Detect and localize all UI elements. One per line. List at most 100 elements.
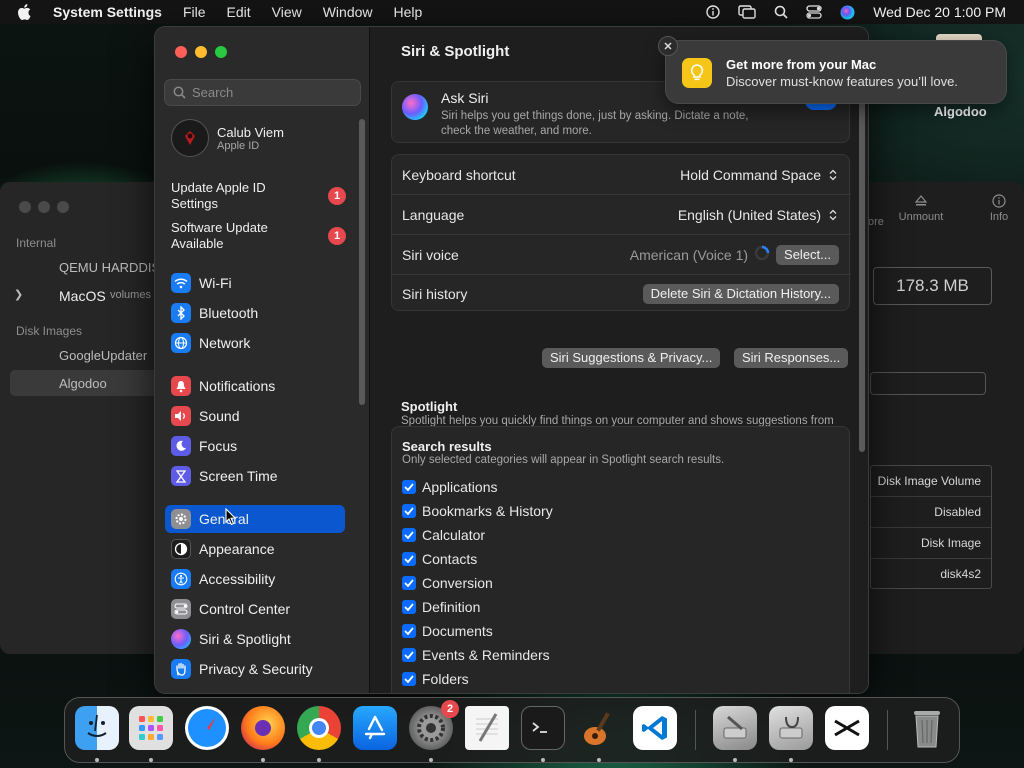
disk-qemu[interactable]: QEMU HARDDISK: [59, 260, 169, 275]
menubar-clock[interactable]: Wed Dec 20 1:00 PM: [873, 4, 1006, 20]
sidebar-item-label: Appearance: [199, 541, 275, 557]
language-popup[interactable]: English (United States): [678, 206, 839, 224]
keyboard-shortcut-popup[interactable]: Hold Command Space: [680, 166, 839, 184]
sidebar-item-label: Bluetooth: [199, 305, 259, 321]
info-status-icon[interactable]: [706, 5, 720, 19]
sidebar-item-sound[interactable]: Sound: [165, 402, 345, 430]
search-result-checkbox-bookmarks-history[interactable]: Bookmarks & History: [402, 503, 553, 519]
checkmark-icon[interactable]: [402, 552, 416, 566]
spotlight-search-icon[interactable]: [774, 5, 788, 19]
checkmark-icon[interactable]: [402, 576, 416, 590]
terminal-icon[interactable]: [521, 706, 565, 750]
garageband-icon[interactable]: [577, 706, 621, 750]
search-input[interactable]: [192, 85, 342, 100]
safari-icon[interactable]: [185, 706, 229, 750]
apple-id-account[interactable]: Calub Viem Apple ID: [171, 119, 284, 157]
disk-googleupdater[interactable]: GoogleUpdater: [59, 348, 147, 363]
menu-help[interactable]: Help: [394, 4, 423, 20]
capcut-icon[interactable]: [825, 706, 869, 750]
software-update-available[interactable]: Software Update Available 1: [171, 220, 346, 252]
info-button[interactable]: Info: [986, 194, 1012, 223]
sidebar-item-wifi[interactable]: Wi-Fi: [165, 269, 345, 297]
menu-file[interactable]: File: [183, 4, 206, 20]
sidebar-item-general[interactable]: General: [165, 505, 345, 533]
delete-siri-history-button[interactable]: Delete Siri & Dictation History...: [642, 283, 839, 304]
sidebar-scrollbar[interactable]: [359, 119, 365, 405]
search-result-checkbox-contacts[interactable]: Contacts: [402, 551, 477, 567]
launchpad-icon[interactable]: [129, 706, 173, 750]
checkmark-icon[interactable]: [402, 624, 416, 638]
sidebar-item-accessibility[interactable]: Accessibility: [165, 565, 345, 593]
checkmark-icon[interactable]: [402, 528, 416, 542]
inactive-zoom-icon[interactable]: [57, 201, 69, 213]
search-result-checkbox-documents[interactable]: Documents: [402, 623, 493, 639]
menu-app-name[interactable]: System Settings: [53, 4, 162, 20]
disclosure-chevron-icon[interactable]: ❯: [14, 288, 23, 301]
menu-view[interactable]: View: [272, 4, 302, 20]
sidebar-search-field[interactable]: [164, 79, 361, 106]
siri-voice-label: Siri voice: [402, 246, 459, 263]
checkmark-icon[interactable]: [402, 672, 416, 686]
siri-menubar-icon[interactable]: [840, 5, 855, 20]
zoom-window-icon[interactable]: [215, 46, 227, 58]
unmount-label: Unmount: [898, 211, 944, 223]
disk-utility-stethoscope-icon[interactable]: [769, 706, 813, 750]
firefox-icon[interactable]: [241, 706, 285, 750]
update-apple-id-settings[interactable]: Update Apple ID Settings 1: [171, 180, 346, 212]
search-result-checkbox-conversion[interactable]: Conversion: [402, 575, 493, 591]
sidebar-item-siri-spotlight[interactable]: Siri & Spotlight: [165, 625, 345, 653]
siri-suggestions-privacy-button[interactable]: Siri Suggestions & Privacy...: [542, 348, 721, 368]
info-row-type: Disk Image Volume: [871, 466, 991, 497]
checkmark-icon[interactable]: [402, 480, 416, 494]
sidebar-item-notifications[interactable]: Notifications: [165, 372, 345, 400]
search-result-checkbox-folders[interactable]: Folders: [402, 671, 469, 687]
checkbox-label: Events & Reminders: [422, 647, 550, 663]
sidebar-item-focus[interactable]: Focus: [165, 432, 345, 460]
siri-voice-select-button[interactable]: Select...: [776, 244, 839, 265]
textedit-icon[interactable]: [465, 706, 509, 750]
minimize-window-icon[interactable]: [195, 46, 207, 58]
sidebar-item-control-center[interactable]: Control Center: [165, 595, 345, 623]
ask-siri-description: Siri helps you get things done, just by …: [441, 110, 749, 137]
avatar: [171, 119, 209, 157]
sidebar-item-label: Network: [199, 335, 251, 351]
screen-mirroring-icon[interactable]: [738, 5, 756, 19]
sidebar-item-bluetooth[interactable]: Bluetooth: [165, 299, 345, 327]
finder-icon[interactable]: [75, 706, 119, 750]
firefox-running-dot: [261, 758, 265, 762]
siri-responses-button[interactable]: Siri Responses...: [734, 348, 849, 368]
app-store-icon[interactable]: [353, 706, 397, 750]
search-result-checkbox-calculator[interactable]: Calculator: [402, 527, 485, 543]
algodoo-desktop-label[interactable]: Algodoo: [934, 104, 987, 119]
disk-macos[interactable]: MacOS: [59, 288, 106, 304]
sidebar-item-network[interactable]: Network: [165, 329, 345, 357]
checkmark-icon[interactable]: [402, 600, 416, 614]
section-internal: Internal: [16, 236, 57, 250]
disk-algodoo[interactable]: Algodoo: [59, 376, 107, 391]
sidebar-item-screen-time[interactable]: Screen Time: [165, 462, 345, 490]
content-scrollbar[interactable]: [859, 82, 865, 452]
apple-menu-icon[interactable]: [17, 4, 35, 20]
search-result-checkbox-definition[interactable]: Definition: [402, 599, 480, 615]
notification-banner[interactable]: Get more from your Mac Discover must-kno…: [665, 40, 1007, 104]
inactive-minimize-icon[interactable]: [38, 201, 50, 213]
sidebar-item-privacy-security[interactable]: Privacy & Security: [165, 655, 345, 683]
menu-window[interactable]: Window: [323, 4, 373, 20]
inactive-close-icon[interactable]: [19, 201, 31, 213]
vscode-icon[interactable]: [633, 706, 677, 750]
close-window-icon[interactable]: [175, 46, 187, 58]
notification-close-icon[interactable]: [658, 36, 678, 56]
menu-edit[interactable]: Edit: [227, 4, 251, 20]
control-center-icon[interactable]: [806, 5, 822, 19]
search-result-checkbox-applications[interactable]: Applications: [402, 479, 498, 495]
checkmark-icon[interactable]: [402, 504, 416, 518]
info-icon: [992, 194, 1006, 208]
sidebar-item-appearance[interactable]: Appearance: [165, 535, 345, 563]
unmount-button[interactable]: Unmount: [895, 194, 947, 223]
trash-icon[interactable]: [905, 706, 949, 750]
chrome-icon[interactable]: [297, 706, 341, 750]
bell-icon: [171, 376, 191, 396]
search-result-checkbox-events-reminders[interactable]: Events & Reminders: [402, 647, 550, 663]
checkmark-icon[interactable]: [402, 648, 416, 662]
disk-utility-icon[interactable]: [713, 706, 757, 750]
